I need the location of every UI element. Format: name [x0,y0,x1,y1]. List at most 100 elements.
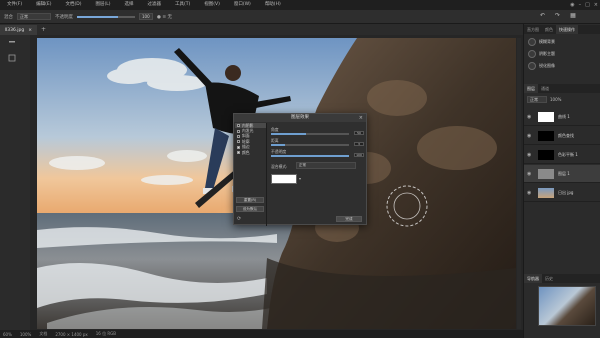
effect-checkbox[interactable] [237,124,240,128]
color-swatch[interactable] [271,174,297,184]
grid-icon[interactable]: ▦ [570,12,576,19]
document-tab-bar: Ⅱ336.jpg × + [0,24,523,35]
user-icon[interactable]: ◉ [570,2,574,8]
done-button[interactable]: 完成 [336,216,362,222]
layer-panel-tabs: 图层 通道 [524,84,600,93]
extra-options[interactable]: ● ≡ 无 [157,14,172,20]
menu-view[interactable]: 视图(V) [197,0,227,10]
layer-row[interactable]: ◉ 曲线 1 [524,108,600,126]
layer-blend-controls: 正常 100% [527,96,561,103]
maximize-icon[interactable]: □ [585,2,590,8]
visibility-eye-icon[interactable]: ◉ [527,171,533,177]
effect-checkbox-checked[interactable] [237,145,240,149]
menu-edit[interactable]: 编辑(E) [29,0,58,10]
options-bar: 混合 正常 不透明度 100 ● ≡ 无 [0,10,600,24]
layer-name: 曲线 1 [558,113,570,119]
mode-select[interactable]: 正常 [17,13,51,20]
tools-toolbar [0,35,30,330]
distance-value[interactable]: 3 [354,142,364,146]
layer-thumbnail [538,130,554,141]
effect-checkbox[interactable] [237,140,240,144]
set-default-button[interactable]: 设为默认 [236,206,264,212]
quick-action-label: 锐化图像 [539,63,555,68]
dialog-close-icon[interactable]: × [359,114,363,122]
redo-icon[interactable]: ↷ [555,12,560,19]
visibility-eye-icon[interactable]: ◉ [527,190,533,196]
visibility-eye-icon[interactable]: ◉ [527,152,533,158]
tab-close-icon[interactable]: × [28,28,32,33]
distance-slider[interactable] [271,144,349,146]
layer-name: 色彩平衡 1 [558,151,578,157]
quick-action-label: 模糊背景 [539,39,555,44]
layer-effects-dialog: 图层效果 × 内阴影 内发光 斜面 轮廓 描边 颜色 重置(R) 设为默认 ⟳ … [233,113,367,226]
document-tab[interactable]: Ⅱ336.jpg × [0,25,37,35]
menu-document[interactable]: 文档(D) [58,0,88,10]
dialog-title-bar: 图层效果 × [234,114,366,122]
layer-thumbnail [538,187,554,198]
layer-name: 日出 jpg [558,189,574,195]
menu-help[interactable]: 帮助(H) [258,0,288,10]
angle-value[interactable]: 50 [354,131,364,135]
menu-file[interactable]: 文件(F) [0,0,29,10]
color-dropdown-icon[interactable]: ▾ [299,176,301,181]
tab-channels[interactable]: 通道 [538,84,552,93]
quick-action-item[interactable]: 模糊背景 [528,36,596,48]
effect-label: 颜色 [242,149,250,155]
menu-layer[interactable]: 图层(L) [88,0,117,10]
status-bar: 60% 100% 文档 2700 × 1400 px 16 位 RGB [0,330,523,338]
layer-thumbnail [538,149,554,160]
quick-action-label: 阴影主题 [539,51,555,56]
zoom-level[interactable]: 60% [3,332,12,337]
tab-color[interactable]: 颜色 [542,25,556,34]
reset-button[interactable]: 重置(R) [236,197,264,203]
tab-histogram[interactable]: 直方图 [524,25,542,34]
quick-action-item[interactable]: 阴影主题 [528,48,596,60]
opacity-slider[interactable] [77,15,135,18]
layer-opacity[interactable]: 100% [550,97,561,102]
distance-slider-row: 距离 3 [271,139,366,146]
undo-icon[interactable]: ↶ [540,12,545,19]
dialog-opacity-value[interactable]: 100 [354,153,364,157]
tab-history[interactable]: 历史 [542,274,556,283]
subject-icon [528,50,536,58]
close-icon[interactable]: × [594,2,598,8]
layer-thumbnail [538,111,554,122]
dialog-opacity-label: 不透明度 [271,149,287,154]
menu-tools[interactable]: 工具(T) [168,0,197,10]
mode-label: 混合 [4,14,13,20]
menu-window[interactable]: 窗口(W) [227,0,258,10]
tab-quick-actions[interactable]: 快速操作 [556,25,578,34]
layer-row[interactable]: ◉ 色彩平衡 1 [524,146,600,164]
tab-navigator[interactable]: 导航器 [524,274,542,283]
add-tab-icon[interactable]: + [37,25,50,35]
effect-checkbox-checked[interactable] [237,151,240,155]
menu-select[interactable]: 选择 [117,0,140,10]
visibility-eye-icon[interactable]: ◉ [527,114,533,120]
refresh-icon[interactable]: ⟳ [237,216,241,222]
angle-label: 角度 [271,127,279,132]
fit-level[interactable]: 100% [20,332,31,337]
distance-slider-fill [271,144,286,146]
effect-checkbox[interactable] [237,134,240,138]
angle-slider-row: 角度 50 [271,128,366,135]
dialog-opacity-slider[interactable] [271,155,349,157]
tab-layers[interactable]: 图层 [524,84,538,93]
value-field[interactable]: 100 [139,13,153,20]
effect-color[interactable]: 颜色 [235,150,266,155]
layer-row[interactable]: ◉ 颜色查找 [524,127,600,145]
layer-blend-select[interactable]: 正常 [527,96,547,103]
navigator-thumbnail[interactable] [538,286,596,326]
visibility-eye-icon[interactable]: ◉ [527,133,533,139]
layer-row-selected[interactable]: ◉ 图层 1 [524,165,600,183]
dialog-title: 图层效果 [291,115,309,120]
layer-thumbnail [538,168,554,179]
effect-checkbox[interactable] [237,129,240,133]
angle-slider[interactable] [271,133,349,135]
menu-filter[interactable]: 过滤器 [140,0,168,10]
quick-action-item[interactable]: 锐化图像 [528,60,596,72]
canvas-scrollbar[interactable] [517,38,521,329]
blend-mode-select[interactable]: 正常 [296,162,356,169]
minimize-icon[interactable]: – [579,2,582,8]
layer-row[interactable]: ◉ 日出 jpg [524,184,600,202]
navigator-tabs: 导航器 历史 [524,274,600,283]
